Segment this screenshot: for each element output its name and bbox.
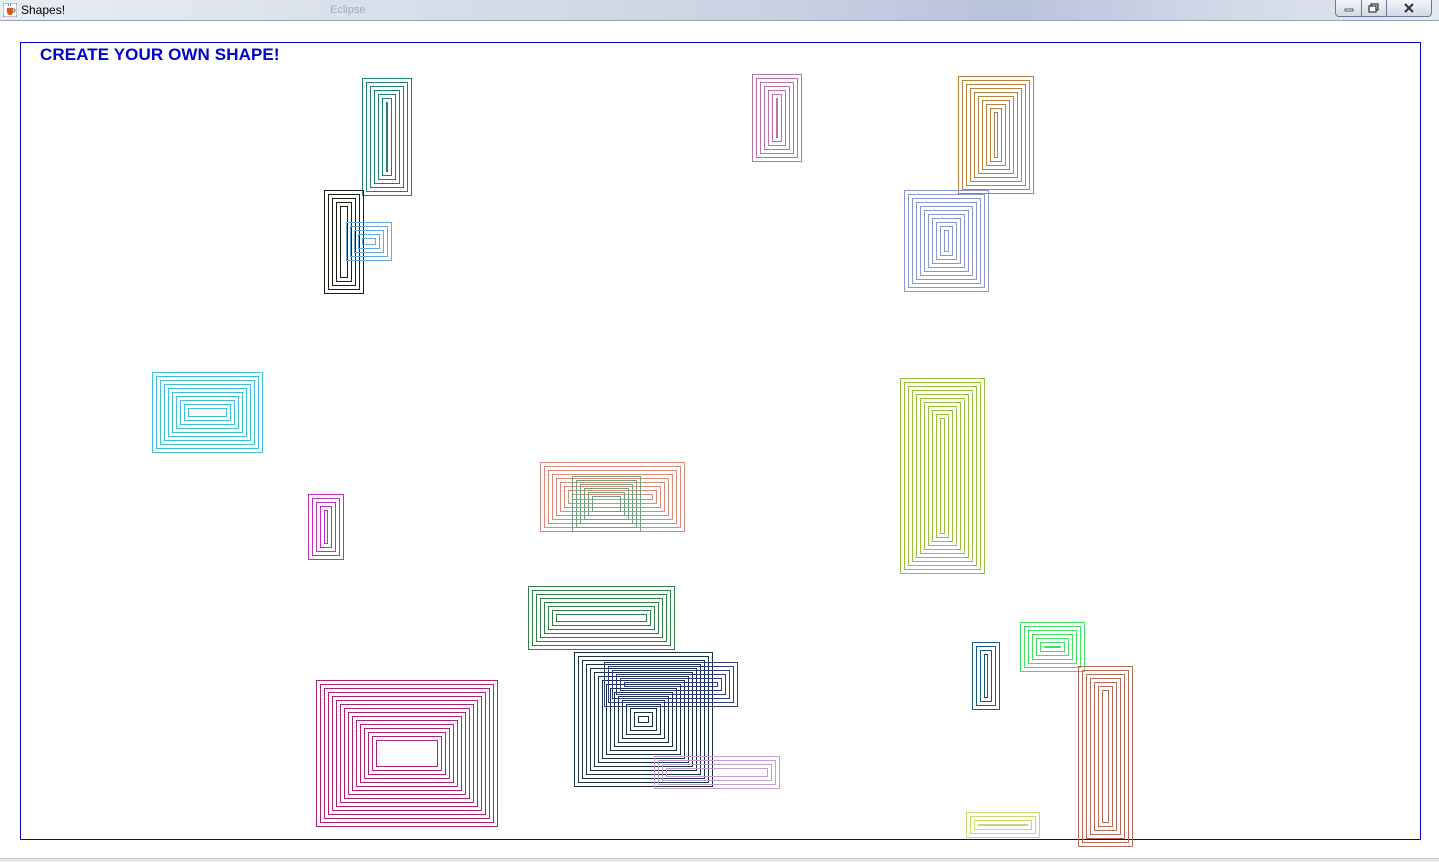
maximize-button[interactable] — [1361, 0, 1387, 17]
java-cup-icon — [3, 3, 17, 17]
shape-outline — [316, 680, 498, 827]
shape-outline — [336, 202, 352, 282]
shape-outline — [990, 108, 1002, 162]
page-heading: CREATE YOUR OWN SHAPE! — [40, 45, 280, 64]
shape-outline — [974, 92, 1018, 178]
window-bottom-border — [0, 858, 1439, 862]
shape-outline — [376, 740, 438, 767]
shape-outline — [936, 414, 949, 538]
concentric-rectangle-shape — [528, 586, 675, 650]
shape-outline — [160, 380, 255, 445]
shape-outline — [556, 614, 647, 622]
shape-outline — [316, 502, 336, 552]
concentric-rectangle-shape — [654, 756, 780, 789]
shape-outline — [994, 112, 998, 158]
shape-outline — [172, 392, 243, 433]
shape-outline — [176, 396, 239, 429]
shape-outline — [654, 756, 780, 789]
shape-outline — [540, 598, 663, 638]
window-titlebar[interactable]: Shapes! Eclipse — [0, 0, 1439, 21]
drawing-canvas — [20, 42, 1421, 847]
concentric-rectangle-shape — [574, 652, 713, 787]
shape-outline — [638, 716, 649, 723]
shape-outline — [986, 104, 1006, 166]
shape-outline — [1094, 682, 1117, 831]
shape-outline — [920, 398, 965, 554]
minimize-button[interactable] — [1335, 0, 1362, 17]
shape-outline — [528, 586, 675, 650]
concentric-rectangle-shape — [904, 190, 989, 292]
shape-outline — [544, 602, 659, 634]
shape-outline — [1098, 686, 1113, 827]
shape-outline — [958, 76, 1034, 194]
shape-outline — [666, 768, 768, 777]
shape-outline — [308, 494, 344, 560]
concentric-rectangle-shape — [958, 76, 1034, 194]
shape-outline — [324, 510, 328, 544]
shape-outline — [188, 408, 227, 417]
shape-outline — [978, 824, 1028, 826]
concentric-rectangle-shape — [972, 642, 1000, 710]
concentric-rectangle-shape — [362, 78, 412, 196]
shape-outline — [368, 732, 446, 775]
maximize-icon — [1368, 2, 1379, 13]
shape-outline — [358, 234, 380, 249]
shape-outline — [372, 736, 442, 771]
shape-outline — [932, 410, 953, 542]
shape-outline — [346, 222, 392, 261]
shape-outline — [908, 194, 985, 288]
shape-outline — [552, 610, 651, 626]
shape-outline — [1044, 646, 1061, 648]
shape-outline — [356, 720, 458, 787]
shape-outline — [332, 696, 482, 811]
concentric-rectangle-shape — [752, 74, 802, 162]
shape-outline — [904, 190, 989, 292]
concentric-rectangle-shape — [900, 378, 985, 574]
concentric-rectangle-shape — [152, 372, 263, 453]
shape-outline — [936, 222, 957, 260]
shape-outline — [900, 378, 985, 574]
concentric-rectangle-shape — [1020, 622, 1085, 672]
shape-outline — [332, 198, 356, 286]
shape-outline — [184, 404, 231, 421]
shape-outline — [386, 102, 388, 172]
shape-outline — [548, 606, 655, 630]
shape-outline — [912, 390, 973, 562]
shape-outline — [924, 402, 961, 550]
shape-outline — [940, 418, 945, 534]
concentric-rectangle-shape — [966, 812, 1040, 838]
minimize-icon — [1344, 8, 1353, 12]
shape-outline — [976, 646, 996, 706]
concentric-rectangle-shape — [1078, 666, 1133, 847]
shape-outline — [1102, 690, 1109, 823]
shape-outline — [324, 190, 364, 294]
shape-outline — [966, 84, 1026, 186]
concentric-rectangle-shape — [316, 680, 498, 827]
shape-outline — [344, 708, 470, 799]
shape-outline — [944, 230, 949, 252]
close-icon — [1404, 2, 1414, 13]
shape-outline — [980, 650, 992, 702]
concentric-rectangle-shape — [346, 222, 392, 261]
shape-outline — [908, 386, 977, 566]
shape-outline — [362, 238, 376, 245]
concentric-rectangle-shape — [308, 494, 344, 560]
window-title-ghost: Eclipse — [330, 4, 366, 16]
window-title: Shapes! — [21, 3, 66, 17]
shape-outline — [984, 654, 988, 698]
shape-outline — [912, 198, 981, 284]
close-button[interactable] — [1386, 0, 1432, 17]
shape-outline — [1082, 670, 1129, 843]
shape-outline — [610, 688, 677, 751]
concentric-rectangle-shape — [324, 190, 364, 294]
shape-outline — [360, 724, 454, 783]
shape-outline — [156, 376, 259, 449]
shape-outline — [776, 98, 778, 138]
shape-outline — [1086, 674, 1125, 839]
shape-outline — [634, 712, 653, 727]
shape-outline — [924, 210, 969, 272]
shape-outline — [320, 506, 332, 548]
shape-outline — [320, 684, 494, 823]
